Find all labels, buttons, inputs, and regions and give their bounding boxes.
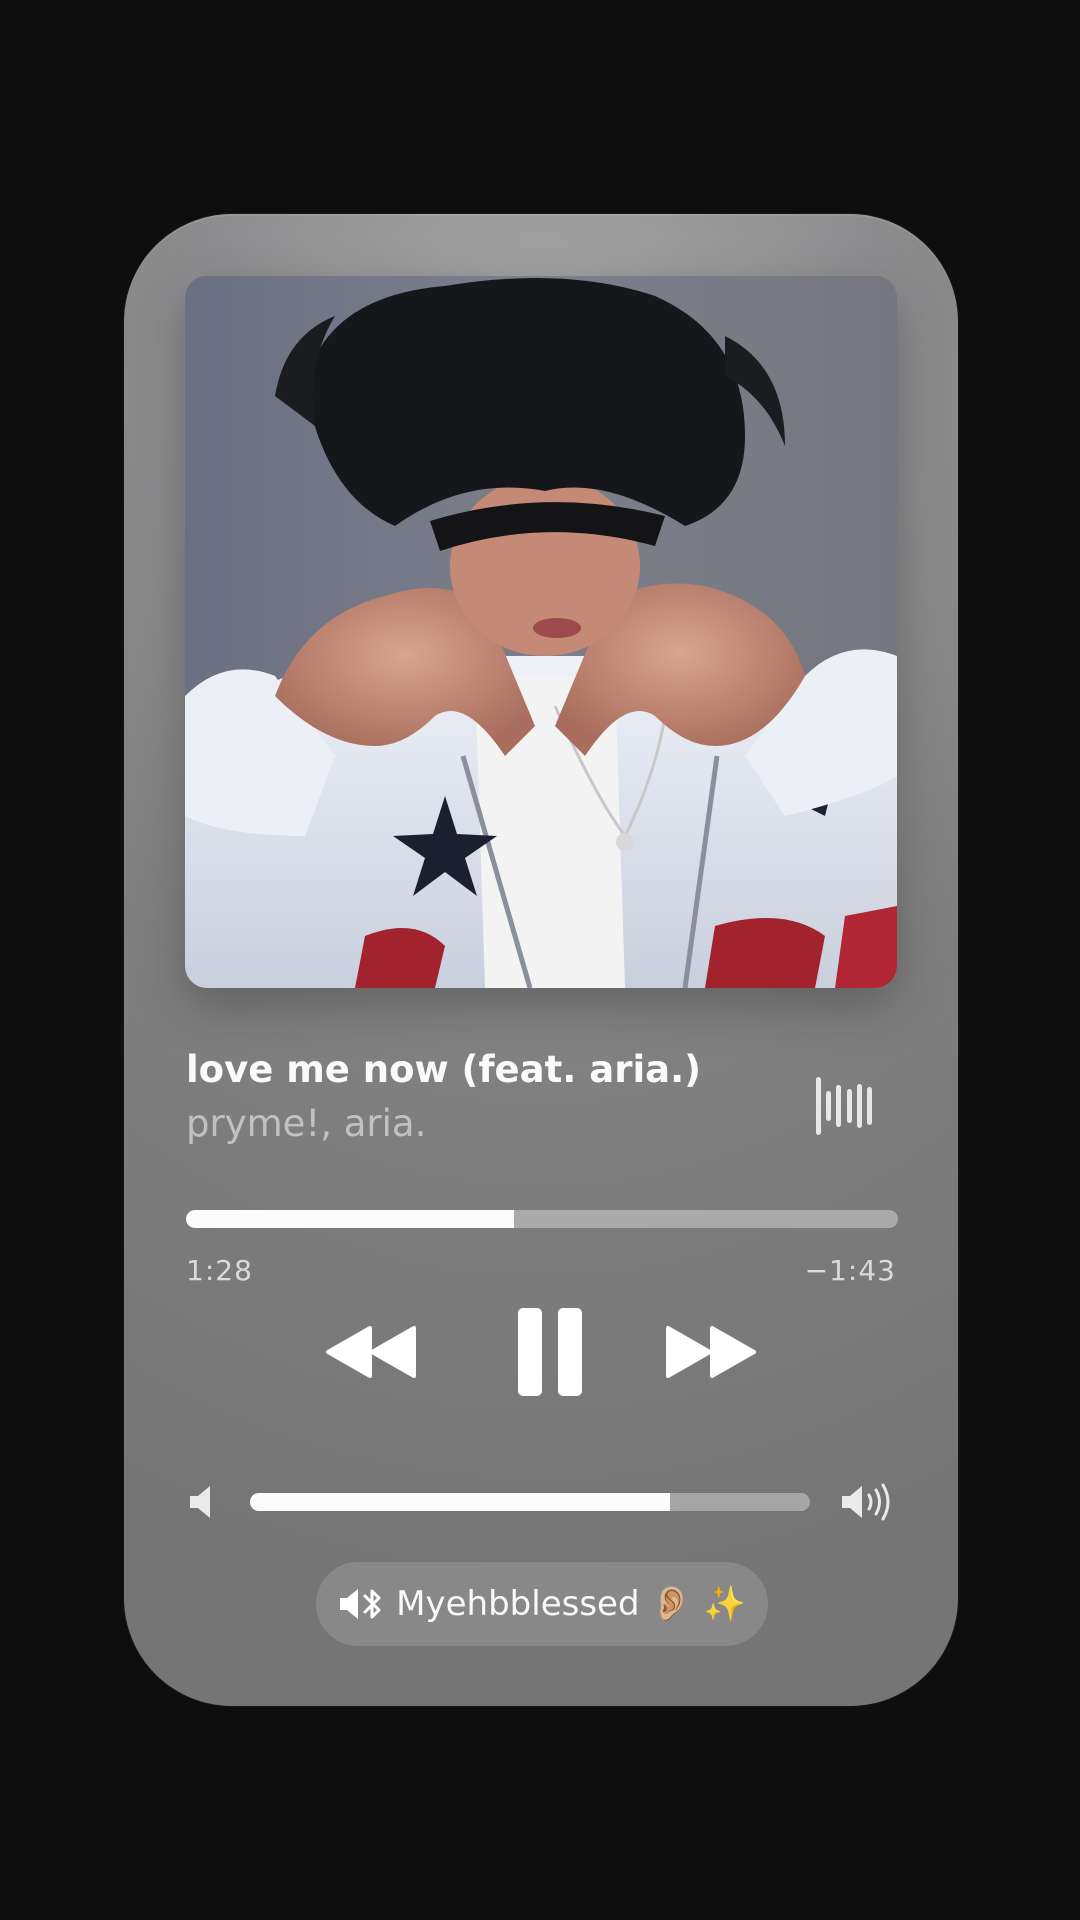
rewind-button[interactable] <box>322 1306 422 1398</box>
volume-control <box>186 1482 896 1522</box>
track-artist[interactable]: pryme!, aria. <box>186 1100 848 1148</box>
fast-forward-button[interactable] <box>660 1306 760 1398</box>
speaker-high-icon[interactable] <box>840 1482 896 1522</box>
track-title[interactable]: love me now (feat. aria.) <box>186 1046 848 1094</box>
volume-slider[interactable] <box>250 1493 810 1511</box>
playback-progress-fill <box>186 1210 514 1228</box>
pause-icon <box>518 1308 582 1396</box>
playback-progress-bar[interactable] <box>186 1210 898 1228</box>
speaker-low-icon[interactable] <box>186 1482 214 1522</box>
remaining-time: −1:43 <box>804 1254 896 1287</box>
fast-forward-icon <box>666 1326 756 1378</box>
pause-button[interactable] <box>508 1306 594 1398</box>
album-artwork-image <box>185 276 897 988</box>
volume-slider-fill <box>250 1493 670 1511</box>
speaker-bluetooth-icon <box>338 1587 384 1621</box>
playback-controls <box>124 1306 958 1398</box>
now-playing-card: love me now (feat. aria.) pryme!, aria. … <box>124 214 958 1706</box>
album-artwork[interactable] <box>185 276 897 988</box>
waveform-icon[interactable] <box>816 1076 872 1136</box>
track-info: love me now (feat. aria.) pryme!, aria. <box>186 1046 848 1148</box>
output-device-label: Myehbblessed 👂🏼 ✨ <box>396 1584 746 1624</box>
output-device-button[interactable]: Myehbblessed 👂🏼 ✨ <box>316 1562 768 1646</box>
rewind-icon <box>326 1326 416 1378</box>
elapsed-time: 1:28 <box>186 1254 253 1287</box>
